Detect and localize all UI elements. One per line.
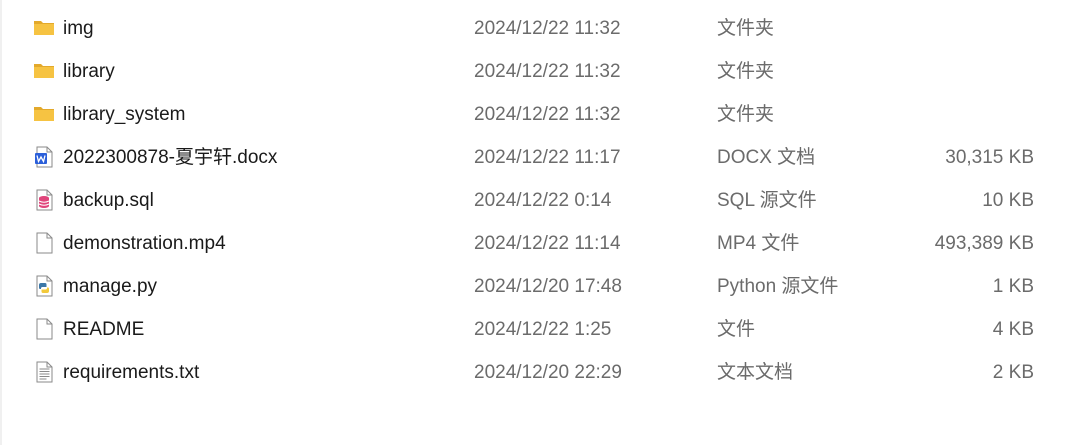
file-name[interactable]: manage.py: [63, 265, 157, 308]
file-type: DOCX 文档: [717, 147, 816, 168]
file-size: 4 KB: [992, 319, 1034, 340]
blank-file-icon: [33, 318, 55, 340]
file-name[interactable]: library: [63, 50, 115, 93]
file-row-library[interactable]: library 2024/12/22 11:32 文件夹: [0, 50, 1088, 93]
file-size: 10 KB: [982, 190, 1034, 211]
file-name[interactable]: README: [63, 308, 144, 351]
file-row-sql[interactable]: backup.sql 2024/12/22 0:14 SQL 源文件 10 KB: [0, 179, 1088, 222]
file-row-library-system[interactable]: library_system 2024/12/22 11:32 文件夹: [0, 93, 1088, 136]
file-name[interactable]: backup.sql: [63, 179, 154, 222]
file-modified-date: 2024/12/20 22:29: [474, 362, 622, 383]
file-modified-date: 2024/12/22 11:32: [474, 104, 621, 125]
folder-icon: [33, 17, 55, 39]
file-type: Python 源文件: [717, 276, 839, 297]
file-row-img[interactable]: img 2024/12/22 11:32 文件夹: [0, 7, 1088, 50]
file-row-readme[interactable]: README 2024/12/22 1:25 文件 4 KB: [0, 308, 1088, 351]
file-size: 2 KB: [992, 362, 1034, 383]
file-size: 30,315 KB: [945, 147, 1034, 168]
database-file-icon: [33, 189, 55, 211]
file-list: img 2024/12/22 11:32 文件夹 library 2024/12…: [0, 7, 1088, 394]
folder-icon: [33, 103, 55, 125]
file-name[interactable]: img: [63, 7, 94, 50]
file-type: SQL 源文件: [717, 190, 817, 211]
file-modified-date: 2024/12/22 11:32: [474, 18, 621, 39]
file-name[interactable]: requirements.txt: [63, 351, 199, 394]
file-type: 文件夹: [717, 61, 775, 82]
file-type: 文件: [717, 319, 756, 340]
file-modified-date: 2024/12/20 17:48: [474, 276, 622, 297]
file-row-python[interactable]: manage.py 2024/12/20 17:48 Python 源文件 1 …: [0, 265, 1088, 308]
file-type: 文件夹: [717, 18, 775, 39]
file-size: 493,389 KB: [934, 233, 1034, 254]
file-modified-date: 2024/12/22 11:14: [474, 233, 621, 254]
file-modified-date: 2024/12/22 11:32: [474, 61, 621, 82]
file-modified-date: 2024/12/22 11:17: [474, 147, 621, 168]
file-modified-date: 2024/12/22 0:14: [474, 190, 612, 211]
file-name[interactable]: demonstration.mp4: [63, 222, 226, 265]
file-row-mp4[interactable]: demonstration.mp4 2024/12/22 11:14 MP4 文…: [0, 222, 1088, 265]
file-row-docx[interactable]: 2022300878-夏宇轩.docx 2024/12/22 11:17 DOC…: [0, 136, 1088, 179]
folder-icon: [33, 60, 55, 82]
file-type: 文本文档: [717, 362, 794, 383]
file-modified-date: 2024/12/22 1:25: [474, 319, 612, 340]
file-name[interactable]: 2022300878-夏宇轩.docx: [63, 136, 277, 179]
text-file-icon: [33, 361, 55, 383]
file-type: 文件夹: [717, 104, 775, 125]
file-row-requirements[interactable]: requirements.txt 2024/12/20 22:29 文本文档 2…: [0, 351, 1088, 394]
blank-file-icon: [33, 232, 55, 254]
python-file-icon: [33, 275, 55, 297]
file-size: 1 KB: [992, 276, 1034, 297]
file-name[interactable]: library_system: [63, 93, 185, 136]
word-document-icon: [33, 146, 55, 168]
file-type: MP4 文件: [717, 233, 800, 254]
